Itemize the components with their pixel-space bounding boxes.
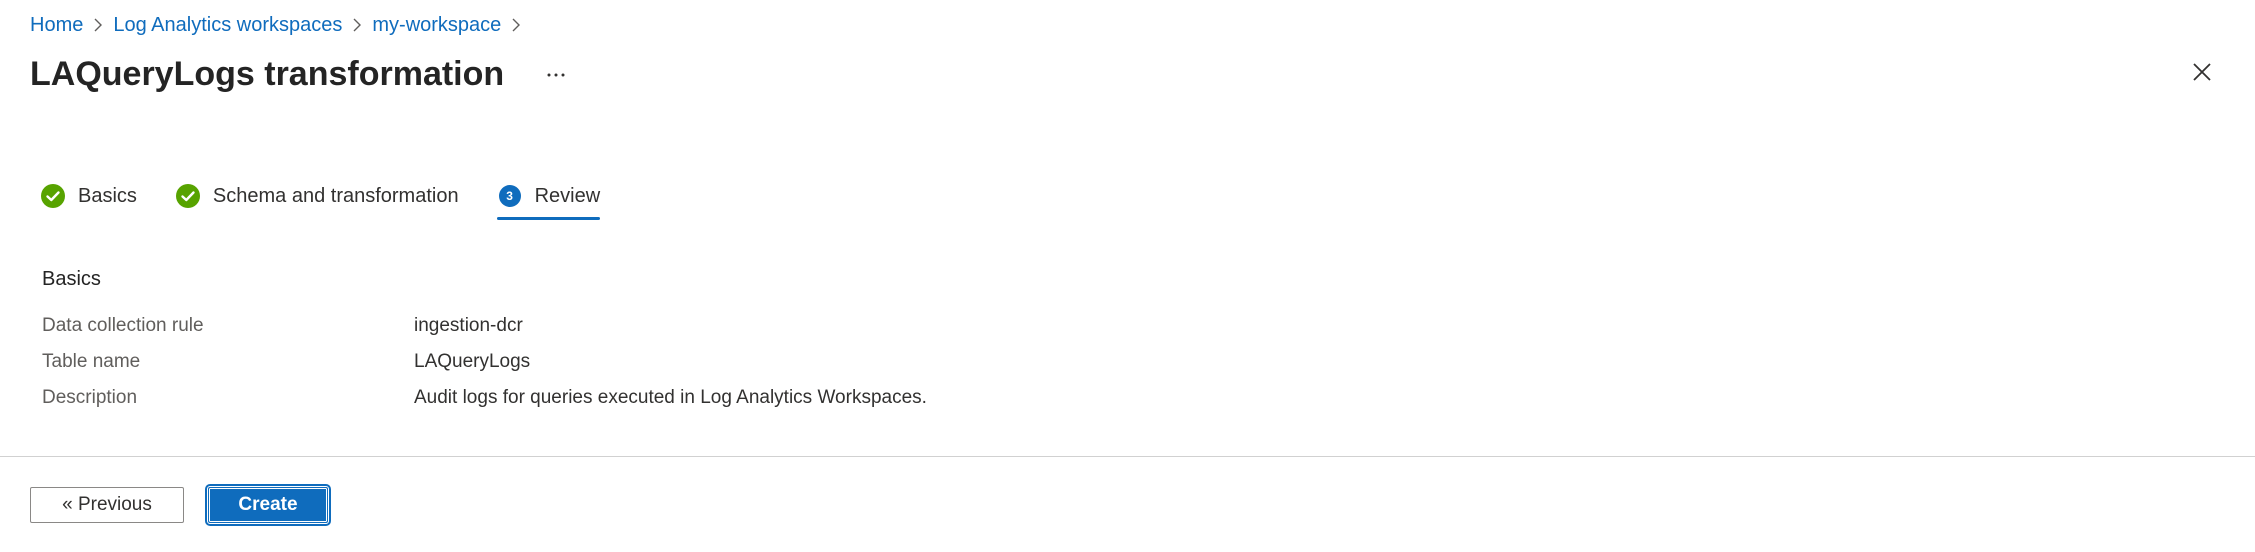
summary-value: LAQueryLogs [414, 351, 531, 372]
ellipsis-icon [546, 65, 566, 83]
previous-button[interactable]: « Previous [30, 487, 184, 523]
chevron-right-icon [501, 10, 531, 40]
more-options-button[interactable] [540, 58, 572, 90]
chevron-right-icon [342, 10, 372, 40]
wizard-tabs: Basics Schema and transformation 3 Revie… [40, 176, 638, 220]
summary-row-data-collection-rule: Data collection rule ingestion-dcr [42, 308, 1242, 344]
title-row: LAQueryLogs transformation [30, 50, 572, 98]
page: Home Log Analytics workspaces my-workspa… [0, 0, 2255, 552]
close-icon [2192, 62, 2212, 87]
breadcrumb-home[interactable]: Home [30, 10, 83, 40]
tab-schema-and-transformation[interactable]: Schema and transformation [175, 176, 459, 216]
chevron-right-icon [83, 10, 113, 40]
tab-review[interactable]: 3 Review [496, 176, 601, 220]
summary-label: Table name [42, 351, 141, 372]
summary-row-table-name: Table name LAQueryLogs [42, 344, 1242, 380]
tab-label: Review [534, 184, 601, 207]
summary-label: Description [42, 387, 138, 408]
check-circle-icon [40, 183, 66, 209]
summary-label: Data collection rule [42, 315, 204, 336]
footer: « Previous Create [30, 484, 331, 526]
step-number-icon: 3 [497, 183, 523, 209]
review-summary-section: Basics Data collection rule ingestion-dc… [42, 264, 1242, 416]
tab-label: Basics [78, 184, 137, 207]
summary-value: ingestion-dcr [414, 315, 523, 336]
summary-value: Audit logs for queries executed in Log A… [414, 387, 927, 408]
breadcrumb-my-workspace[interactable]: my-workspace [372, 10, 501, 40]
breadcrumb: Home Log Analytics workspaces my-workspa… [30, 10, 531, 40]
tab-label: Schema and transformation [212, 184, 459, 207]
close-button[interactable] [2186, 58, 2218, 90]
section-heading: Basics [42, 268, 101, 290]
check-circle-icon [175, 183, 201, 209]
create-button[interactable]: Create [205, 484, 331, 526]
footer-divider [0, 456, 2255, 457]
breadcrumb-log-analytics-workspaces[interactable]: Log Analytics workspaces [113, 10, 342, 40]
page-title: LAQueryLogs transformation [30, 55, 505, 93]
tab-basics[interactable]: Basics [40, 176, 137, 216]
step-badge: 3 [498, 185, 521, 207]
summary-row-description: Description Audit logs for queries execu… [42, 380, 1242, 416]
